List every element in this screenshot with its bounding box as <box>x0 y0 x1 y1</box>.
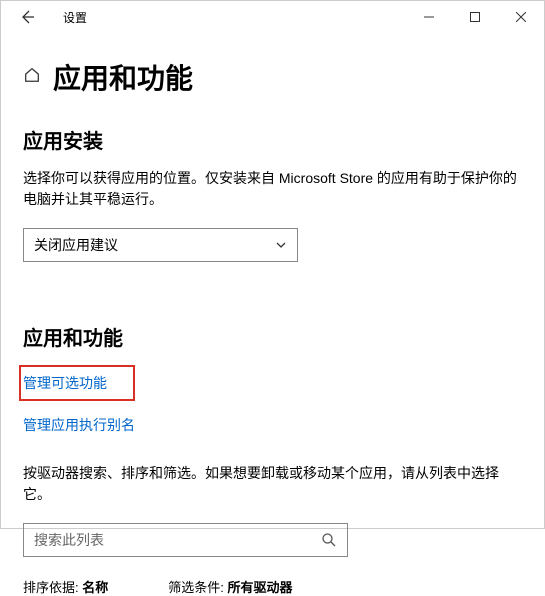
back-button[interactable] <box>7 1 47 33</box>
minimize-button[interactable] <box>406 1 452 33</box>
sort-value: 名称 <box>82 580 108 595</box>
search-placeholder: 搜索此列表 <box>34 530 104 550</box>
chevron-down-icon <box>275 239 287 251</box>
close-button[interactable] <box>498 1 544 33</box>
sort-control[interactable]: 排序依据: 名称 <box>23 577 108 596</box>
app-search-input[interactable]: 搜索此列表 <box>23 523 348 557</box>
install-heading: 应用安装 <box>23 125 522 154</box>
filter-control[interactable]: 筛选条件: 所有驱动器 <box>168 577 292 596</box>
features-description: 按驱动器搜索、排序和筛选。如果想要卸载或移动某个应用，请从列表中选择它。 <box>23 463 522 505</box>
close-icon <box>516 12 526 22</box>
page-title: 应用和功能 <box>53 57 193 97</box>
sort-label: 排序依据: <box>23 580 79 595</box>
dropdown-value: 关闭应用建议 <box>34 235 118 255</box>
minimize-icon <box>424 12 434 22</box>
filter-value: 所有驱动器 <box>228 580 293 595</box>
arrow-left-icon <box>19 9 35 25</box>
manage-optional-features-link[interactable]: 管理可选功能 <box>23 373 107 393</box>
install-source-dropdown[interactable]: 关闭应用建议 <box>23 228 298 262</box>
manage-app-aliases-link[interactable]: 管理应用执行别名 <box>23 415 135 435</box>
maximize-button[interactable] <box>452 1 498 33</box>
install-description: 选择你可以获得应用的位置。仅安装来自 Microsoft Store 的应用有助… <box>23 168 522 210</box>
search-icon <box>321 532 337 548</box>
filter-label: 筛选条件: <box>168 580 224 595</box>
window-title: 设置 <box>47 9 87 26</box>
maximize-icon <box>470 12 480 22</box>
home-icon[interactable] <box>23 66 41 89</box>
features-heading: 应用和功能 <box>23 322 522 351</box>
